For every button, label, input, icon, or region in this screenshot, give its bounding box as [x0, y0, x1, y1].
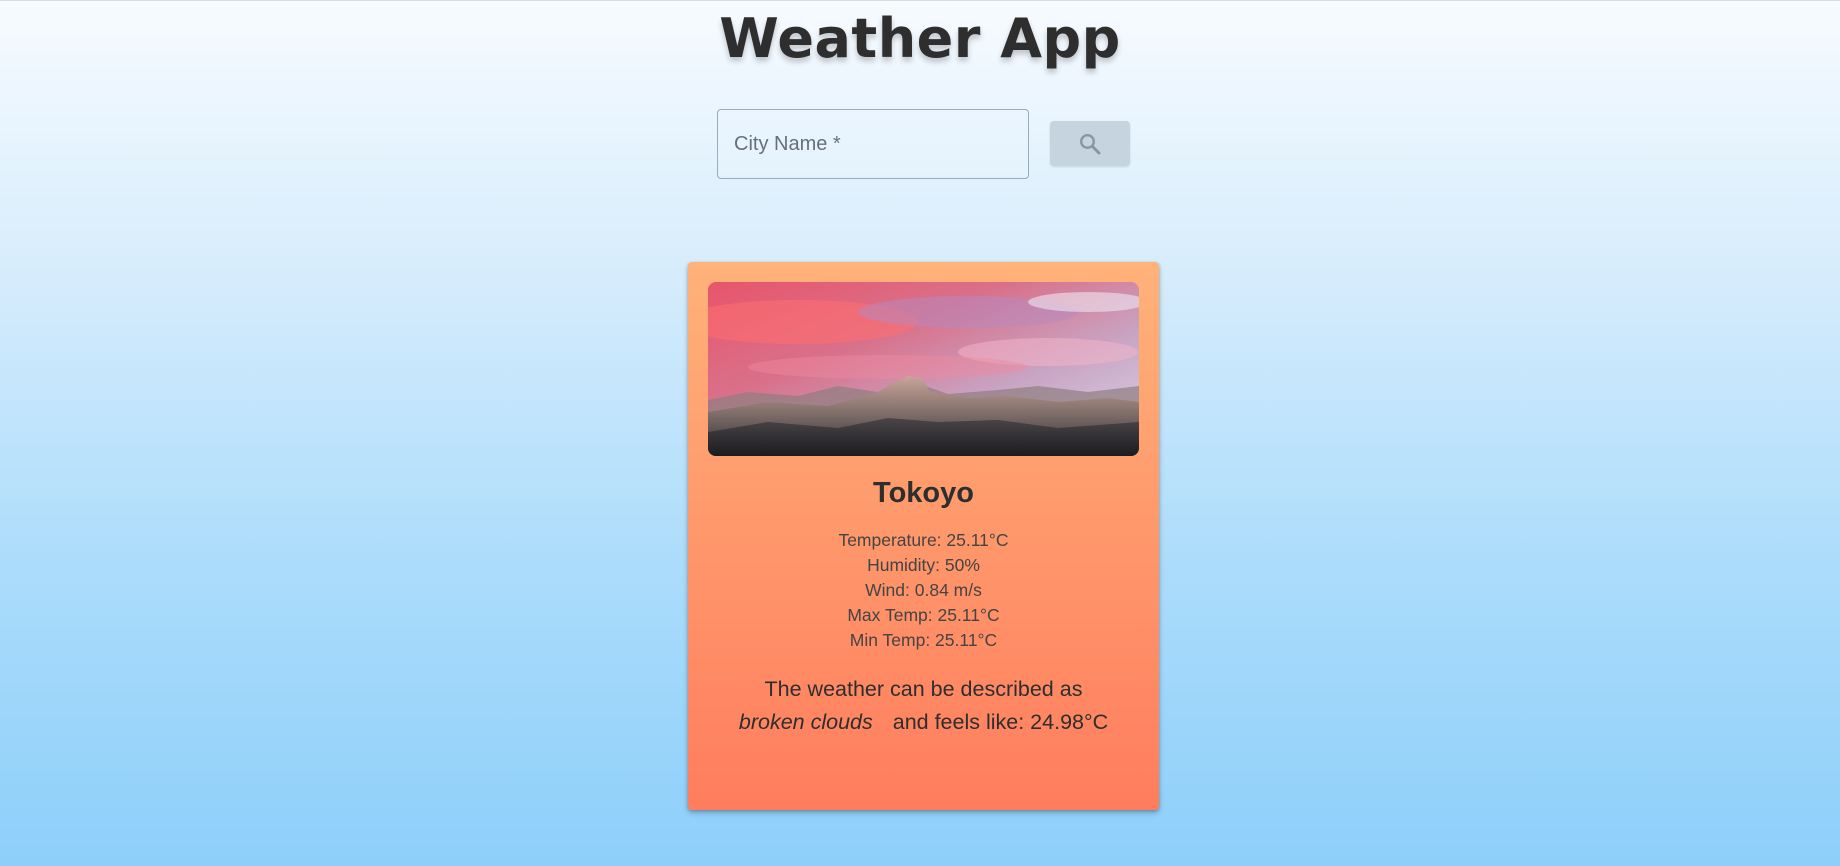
description-prefix: The weather can be described as — [764, 677, 1083, 701]
weather-condition: broken clouds — [738, 710, 873, 734]
weather-card: Tokoyo Temperature: 25.11°C Humidity: 50… — [688, 262, 1159, 810]
landscape-image — [708, 282, 1139, 456]
wind-stat: Wind: 0.84 m/s — [865, 580, 982, 600]
min-temp-stat: Min Temp: 25.11°C — [849, 630, 998, 650]
weather-stats: Temperature: 25.11°C Humidity: 50% Wind:… — [688, 528, 1159, 653]
city-search-field[interactable] — [717, 109, 1029, 179]
humidity-stat: Humidity: 50% — [867, 555, 980, 575]
city-search-input[interactable] — [718, 110, 1028, 178]
max-temp-stat: Max Temp: 25.11°C — [847, 605, 1000, 625]
feels-like: and feels like: 24.98°C — [892, 710, 1109, 734]
temperature-stat: Temperature: 25.11°C — [838, 530, 1009, 550]
search-icon — [1078, 132, 1102, 156]
city-name: Tokoyo — [873, 477, 974, 509]
weather-description: The weather can be described as broken c… — [688, 673, 1159, 739]
page-title: Weather App — [719, 7, 1121, 70]
search-button[interactable] — [1050, 121, 1130, 166]
